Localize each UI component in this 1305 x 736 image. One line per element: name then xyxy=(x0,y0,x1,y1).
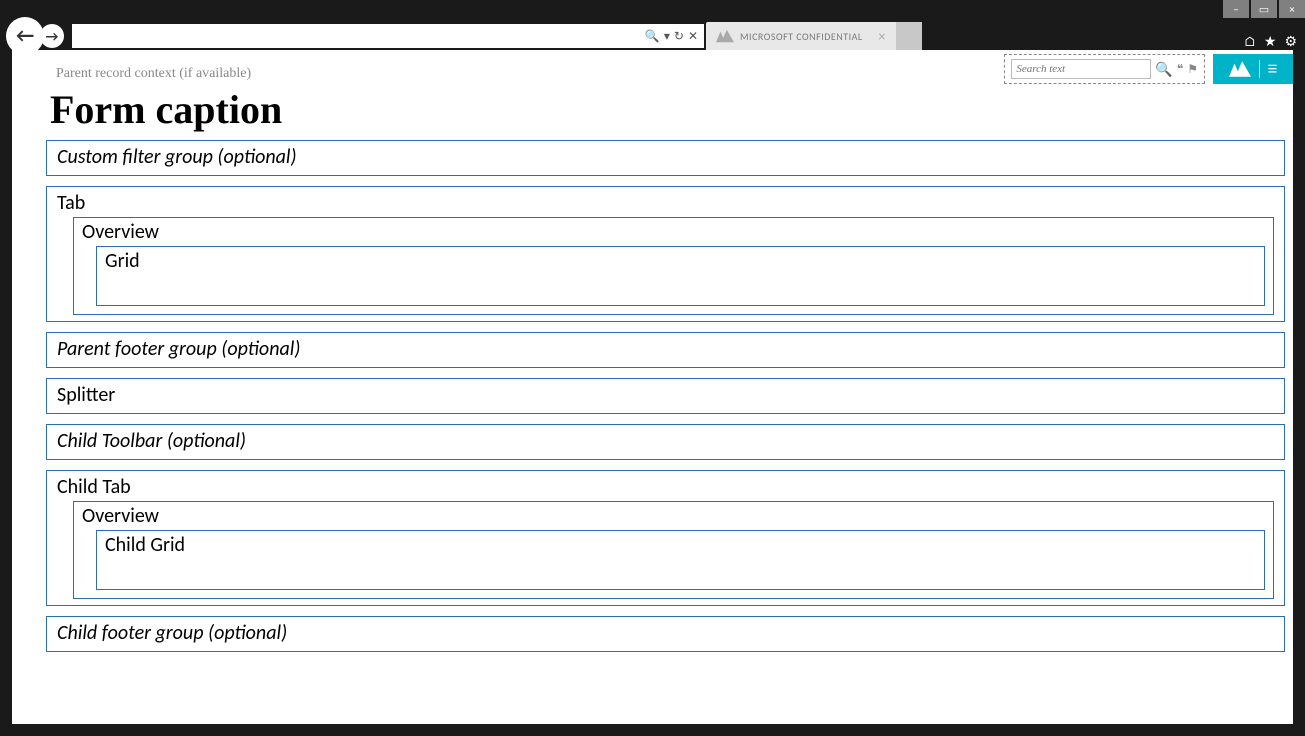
child-grid: Child Grid xyxy=(96,530,1265,590)
settings-icon[interactable]: ⚙ xyxy=(1284,33,1297,50)
command-divider xyxy=(1259,60,1260,78)
maximize-button[interactable]: ▭ xyxy=(1251,0,1277,18)
page-header: 🔍 ❝ ⚑ ≡ xyxy=(1004,54,1293,84)
chrome-background: – ▭ × ← → 🔍 ▾ ↻ ✕ MICROSOFT CONFIDENTIAL… xyxy=(0,0,1305,736)
breadcrumb: Parent record context (if available) xyxy=(56,66,251,82)
tab-strip: MICROSOFT CONFIDENTIAL × ⌂ ★ ⚙ xyxy=(706,22,1299,50)
close-window-button[interactable]: × xyxy=(1279,0,1305,18)
region-stack: Custom filter group (optional) Tab Overv… xyxy=(46,140,1285,652)
parent-tab-label: Tab xyxy=(57,191,85,215)
child-tab-label: Child Tab xyxy=(57,475,131,499)
tab-close-icon[interactable]: × xyxy=(879,28,886,45)
back-arrow-icon: ← xyxy=(16,24,34,48)
splitter: Splitter xyxy=(46,378,1285,414)
chrome-icons: ⌂ ★ ⚙ xyxy=(1244,33,1299,50)
browser-nav-row: ← → 🔍 ▾ ↻ ✕ MICROSOFT CONFIDENTIAL × ⌂ ★… xyxy=(6,18,1299,54)
child-footer-group: Child footer group (optional) xyxy=(46,616,1285,652)
custom-filter-group: Custom filter group (optional) xyxy=(46,140,1285,176)
minimize-button[interactable]: – xyxy=(1223,0,1249,18)
parent-tab: Tab Overview Grid xyxy=(46,186,1285,322)
grid-label: Grid xyxy=(105,249,140,273)
child-toolbar-label: Child Toolbar (optional) xyxy=(57,429,246,453)
search-input[interactable] xyxy=(1011,59,1151,79)
search-region: 🔍 ❝ ⚑ xyxy=(1004,54,1205,84)
parent-footer-group: Parent footer group (optional) xyxy=(46,332,1285,368)
child-footer-label: Child footer group (optional) xyxy=(57,621,287,645)
page-content: 🔍 ❝ ⚑ ≡ Parent record context (if availa… xyxy=(12,50,1293,724)
window-controls: – ▭ × xyxy=(1223,0,1305,18)
browser-tab[interactable]: MICROSOFT CONFIDENTIAL × xyxy=(706,22,896,50)
child-overview-label: Overview xyxy=(82,504,159,528)
forward-arrow-icon: → xyxy=(46,28,59,45)
search-dropdown-icon[interactable]: ▾ xyxy=(664,29,670,44)
flag-icon[interactable]: ⚑ xyxy=(1187,62,1198,77)
splitter-label: Splitter xyxy=(57,383,115,407)
child-grid-label: Child Grid xyxy=(105,533,185,557)
forward-button[interactable]: → xyxy=(40,24,64,48)
stop-icon[interactable]: ✕ xyxy=(688,29,698,44)
address-bar[interactable]: 🔍 ▾ ↻ ✕ xyxy=(72,24,704,48)
quote-icon: ❝ xyxy=(1177,62,1183,77)
search-icon[interactable]: 🔍 xyxy=(645,29,660,44)
back-button[interactable]: ← xyxy=(6,17,44,55)
child-toolbar: Child Toolbar (optional) xyxy=(46,424,1285,460)
overview-label: Overview xyxy=(82,220,159,244)
dynamics-logo-icon xyxy=(716,29,734,43)
child-tab: Child Tab Overview Child Grid xyxy=(46,470,1285,606)
search-submit-icon[interactable]: 🔍 xyxy=(1155,61,1172,78)
child-overview-tabpage: Overview Child Grid xyxy=(73,501,1274,599)
browser-tab-label: MICROSOFT CONFIDENTIAL xyxy=(740,30,863,43)
new-tab-spacer[interactable] xyxy=(896,22,922,50)
custom-filter-label: Custom filter group (optional) xyxy=(57,145,297,169)
dynamics-logo-white-icon xyxy=(1229,61,1251,77)
favorites-icon[interactable]: ★ xyxy=(1264,33,1277,50)
command-bar: ≡ xyxy=(1213,54,1293,84)
parent-grid: Grid xyxy=(96,246,1265,306)
home-icon[interactable]: ⌂ xyxy=(1244,33,1256,50)
overview-tabpage: Overview Grid xyxy=(73,217,1274,315)
menu-icon[interactable]: ≡ xyxy=(1268,57,1278,81)
parent-footer-label: Parent footer group (optional) xyxy=(57,337,300,361)
page-title: Form caption xyxy=(50,86,282,133)
refresh-icon[interactable]: ↻ xyxy=(674,29,684,44)
